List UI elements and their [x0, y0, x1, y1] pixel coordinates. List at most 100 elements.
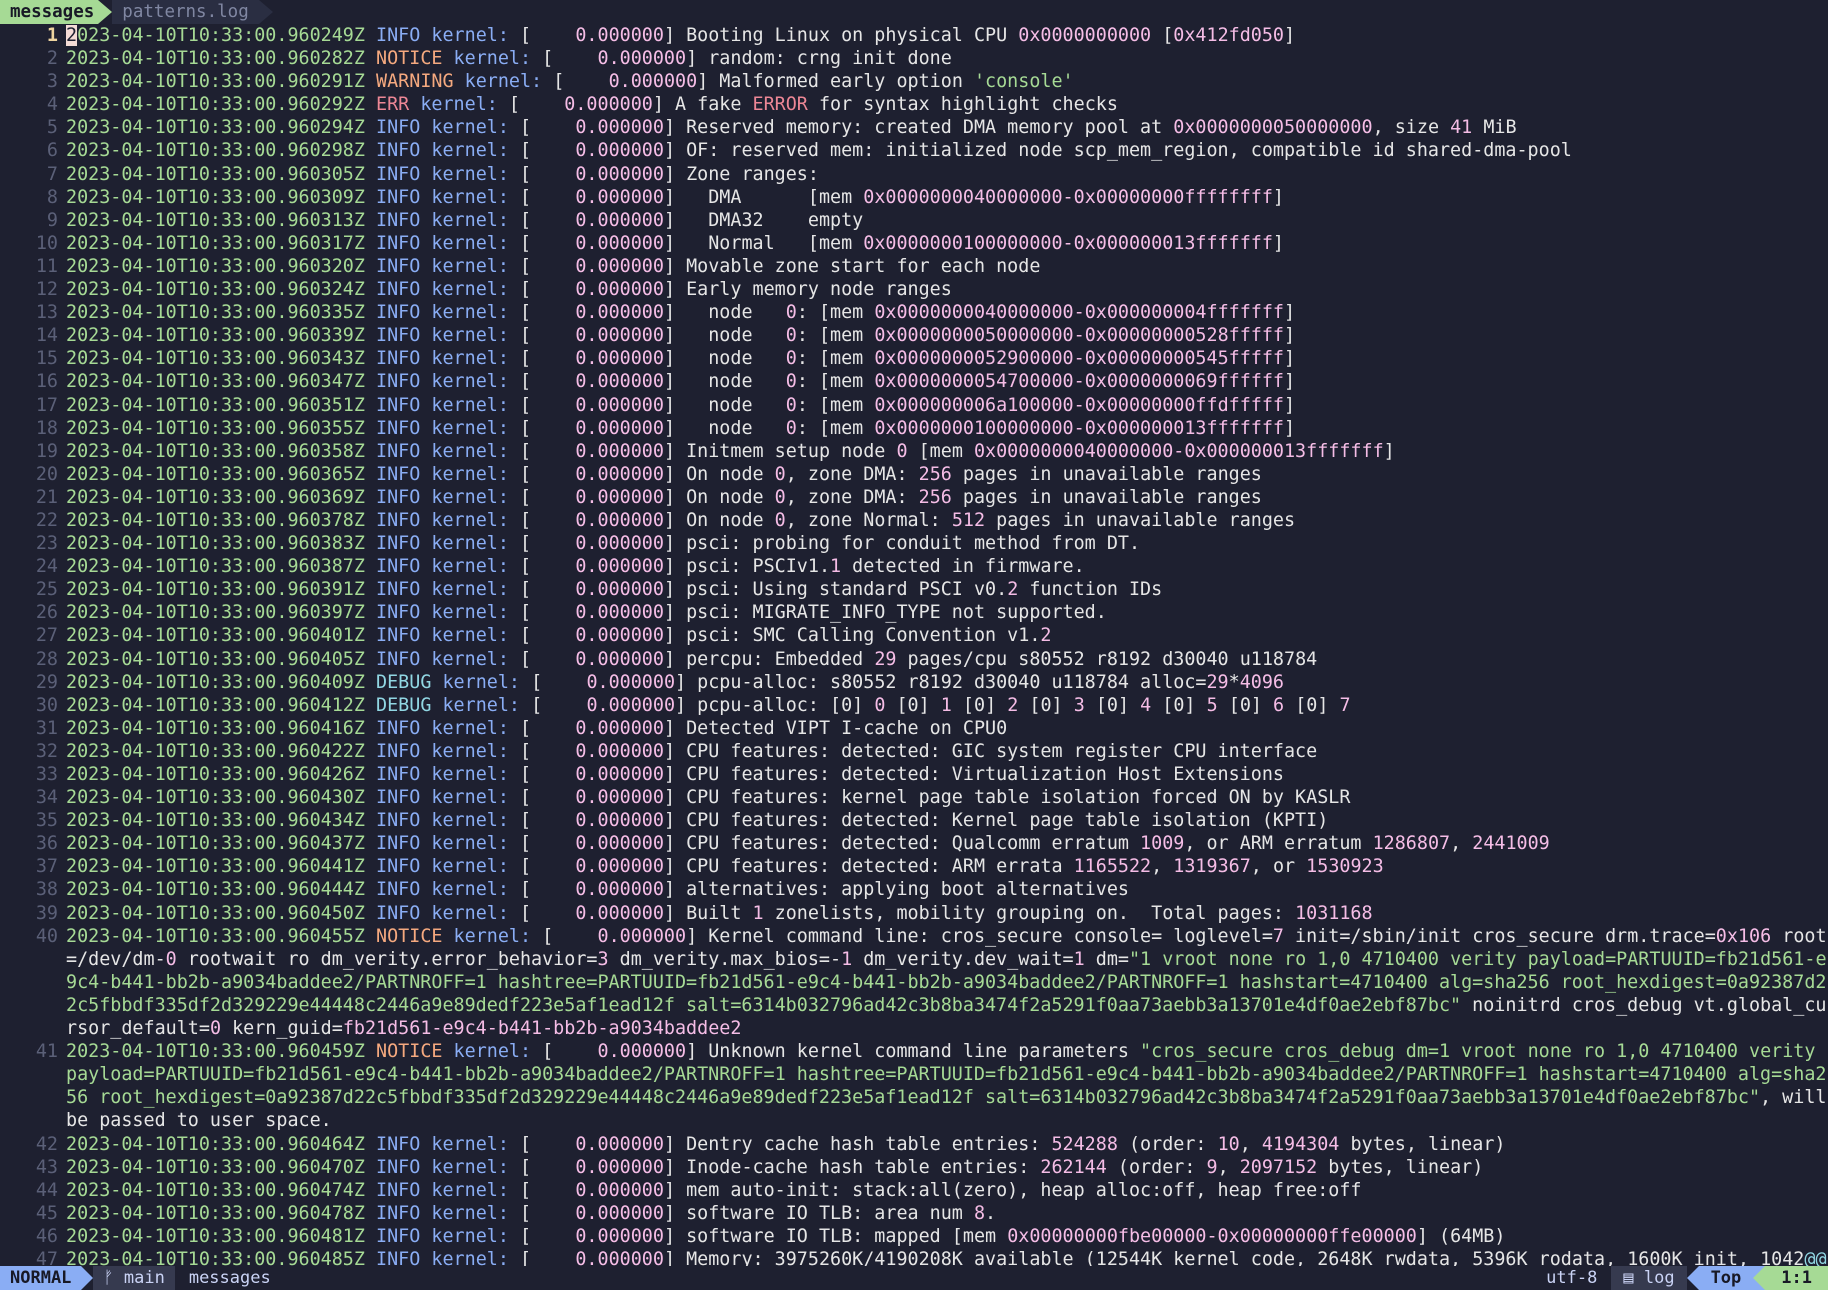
- token-text: ] Normal [mem: [663, 232, 864, 254]
- token-hex: 0x0000000050000000-0x00000000528fffff: [874, 325, 1284, 347]
- token-num: 0.000000: [575, 25, 664, 46]
- log-line[interactable]: 22 2023-04-10T10:33:00.960378Z INFO kerne…: [0, 509, 1828, 532]
- log-line[interactable]: 16 2023-04-10T10:33:00.960347Z INFO kerne…: [0, 370, 1828, 393]
- log-line[interactable]: 9 2023-04-10T10:33:00.960313Z INFO kernel…: [0, 209, 1828, 232]
- log-line[interactable]: 11 2023-04-10T10:33:00.960320Z INFO kerne…: [0, 255, 1828, 278]
- log-line[interactable]: 7 2023-04-10T10:33:00.960305Z INFO kernel…: [0, 163, 1828, 186]
- log-line[interactable]: 42 2023-04-10T10:33:00.960464Z INFO kerne…: [0, 1133, 1828, 1156]
- token-lv-info: INFO: [376, 117, 421, 139]
- log-line[interactable]: 6 2023-04-10T10:33:00.960298Z INFO kernel…: [0, 139, 1828, 162]
- log-line[interactable]: 5 2023-04-10T10:33:00.960294Z INFO kernel…: [0, 116, 1828, 139]
- line-number: 30: [35, 694, 58, 716]
- log-line[interactable]: 29 2023-04-10T10:33:00.960409Z DEBUG kern…: [0, 671, 1828, 694]
- log-line[interactable]: 45 2023-04-10T10:33:00.960478Z INFO kerne…: [0, 1202, 1828, 1225]
- token-text: ] Initmem setup node: [663, 440, 897, 462]
- token-text: ] psci: SMC Calling Convention v1.: [663, 625, 1041, 647]
- token-text: ] software IO TLB: area num: [663, 1202, 974, 1224]
- log-line[interactable]: 46 2023-04-10T10:33:00.960481Z INFO kerne…: [0, 1225, 1828, 1248]
- log-line[interactable]: 43 2023-04-10T10:33:00.960470Z INFO kerne…: [0, 1156, 1828, 1179]
- log-line[interactable]: 31 2023-04-10T10:33:00.960416Z INFO kerne…: [0, 717, 1828, 740]
- token-text: ] Unknown kernel command line parameters: [686, 1041, 1141, 1063]
- log-line[interactable]: 26 2023-04-10T10:33:00.960397Z INFO kerne…: [0, 601, 1828, 624]
- token-text: [: [520, 671, 587, 693]
- token-lv-info: INFO: [376, 902, 421, 924]
- log-line[interactable]: 47 2023-04-10T10:33:00.960485Z INFO kerne…: [0, 1248, 1828, 1266]
- log-line[interactable]: 39 2023-04-10T10:33:00.960450Z INFO kerne…: [0, 902, 1828, 925]
- log-line[interactable]: 27 2023-04-10T10:33:00.960401Z INFO kerne…: [0, 624, 1828, 647]
- log-line[interactable]: 40 2023-04-10T10:33:00.960455Z NOTICE ker…: [0, 925, 1828, 1040]
- line-number: 19: [35, 440, 58, 462]
- line-number: 6: [46, 140, 58, 162]
- log-line[interactable]: 41 2023-04-10T10:33:00.960459Z NOTICE ker…: [0, 1040, 1828, 1132]
- log-line[interactable]: 18 2023-04-10T10:33:00.960355Z INFO kerne…: [0, 417, 1828, 440]
- token-text: [: [508, 186, 576, 208]
- token-ts: 2023-04-10T10:33:00.960378Z: [66, 509, 365, 531]
- log-line[interactable]: 33 2023-04-10T10:33:00.960426Z INFO kerne…: [0, 763, 1828, 786]
- token-text: [: [508, 279, 576, 301]
- line-text: 2023-04-10T10:33:00.960320Z INFO kernel:…: [66, 255, 1828, 278]
- log-line[interactable]: 3 2023-04-10T10:33:00.960291Z WARNING ker…: [0, 70, 1828, 93]
- log-line[interactable]: 14 2023-04-10T10:33:00.960339Z INFO kerne…: [0, 324, 1828, 347]
- token-text: ] Built: [663, 902, 753, 924]
- token-text: (order:: [1106, 1156, 1207, 1178]
- log-line[interactable]: 4 2023-04-10T10:33:00.960292Z ERR kernel:…: [0, 93, 1828, 116]
- log-line[interactable]: 28 2023-04-10T10:33:00.960405Z INFO kerne…: [0, 648, 1828, 671]
- token-num: 0.000000: [597, 48, 687, 70]
- log-line[interactable]: 1 2023-04-10T10:33:00.960249Z INFO kernel…: [0, 24, 1828, 47]
- token-num: 0.000000: [575, 325, 664, 347]
- token-num: 0.000000: [575, 1225, 664, 1247]
- token-ts: 2023-04-10T10:33:00.960351Z: [66, 394, 365, 416]
- log-line[interactable]: 44 2023-04-10T10:33:00.960474Z INFO kerne…: [0, 1179, 1828, 1202]
- token-lv-info: INFO: [376, 856, 421, 878]
- token-text: ] pcpu-alloc: [0]: [675, 694, 875, 716]
- token-text: [: [508, 833, 576, 855]
- log-line[interactable]: 24 2023-04-10T10:33:00.960387Z INFO kerne…: [0, 555, 1828, 578]
- token-text: [: [531, 925, 598, 947]
- log-line[interactable]: 17 2023-04-10T10:33:00.960351Z INFO kerne…: [0, 394, 1828, 417]
- filetype: ▤ log: [1611, 1266, 1687, 1290]
- log-line[interactable]: 2 2023-04-10T10:33:00.960282Z NOTICE kern…: [0, 47, 1828, 70]
- tab-patterns-log[interactable]: patterns.log: [112, 0, 259, 24]
- line-number: 33: [35, 764, 58, 785]
- token-text: [: [508, 1179, 576, 1201]
- log-line[interactable]: 38 2023-04-10T10:33:00.960444Z INFO kerne…: [0, 878, 1828, 901]
- log-line[interactable]: 8 2023-04-10T10:33:00.960309Z INFO kernel…: [0, 186, 1828, 209]
- log-line[interactable]: 37 2023-04-10T10:33:00.960441Z INFO kerne…: [0, 855, 1828, 878]
- log-line[interactable]: 10 2023-04-10T10:33:00.960317Z INFO kerne…: [0, 232, 1828, 255]
- log-line[interactable]: 36 2023-04-10T10:33:00.960437Z INFO kerne…: [0, 832, 1828, 855]
- token-num: 0: [774, 486, 786, 508]
- token-text: [: [508, 740, 576, 762]
- tab-messages[interactable]: messages: [0, 0, 99, 24]
- log-line[interactable]: 35 2023-04-10T10:33:00.960434Z INFO kerne…: [0, 809, 1828, 832]
- tab-separator: [258, 0, 273, 24]
- token-text: ]: [1284, 302, 1296, 324]
- log-line[interactable]: 20 2023-04-10T10:33:00.960365Z INFO kerne…: [0, 463, 1828, 486]
- log-line[interactable]: 19 2023-04-10T10:33:00.960358Z INFO kerne…: [0, 440, 1828, 463]
- token-ts: 2023-04-10T10:33:00.960426Z: [66, 764, 365, 785]
- log-line[interactable]: 25 2023-04-10T10:33:00.960391Z INFO kerne…: [0, 578, 1828, 601]
- log-line[interactable]: 15 2023-04-10T10:33:00.960343Z INFO kerne…: [0, 347, 1828, 370]
- log-line[interactable]: 21 2023-04-10T10:33:00.960369Z INFO kerne…: [0, 486, 1828, 509]
- editor-buffer[interactable]: 1 2023-04-10T10:33:00.960249Z INFO kernel…: [0, 24, 1828, 1266]
- log-line[interactable]: 34 2023-04-10T10:33:00.960430Z INFO kerne…: [0, 786, 1828, 809]
- log-line[interactable]: 13 2023-04-10T10:33:00.960335Z INFO kerne…: [0, 301, 1828, 324]
- log-line[interactable]: 12 2023-04-10T10:33:00.960324Z INFO kerne…: [0, 278, 1828, 301]
- token-kern: kernel:: [431, 279, 509, 301]
- log-line[interactable]: 23 2023-04-10T10:33:00.960383Z INFO kerne…: [0, 532, 1828, 555]
- log-line[interactable]: 30 2023-04-10T10:33:00.960412Z DEBUG kern…: [0, 694, 1828, 717]
- token-lv-debug: DEBUG: [376, 671, 432, 693]
- token-hex: 0x000000006a100000-0x00000000ffdfffff: [874, 394, 1284, 416]
- token-kern: kernel:: [431, 371, 509, 393]
- log-line[interactable]: 32 2023-04-10T10:33:00.960422Z INFO kerne…: [0, 740, 1828, 763]
